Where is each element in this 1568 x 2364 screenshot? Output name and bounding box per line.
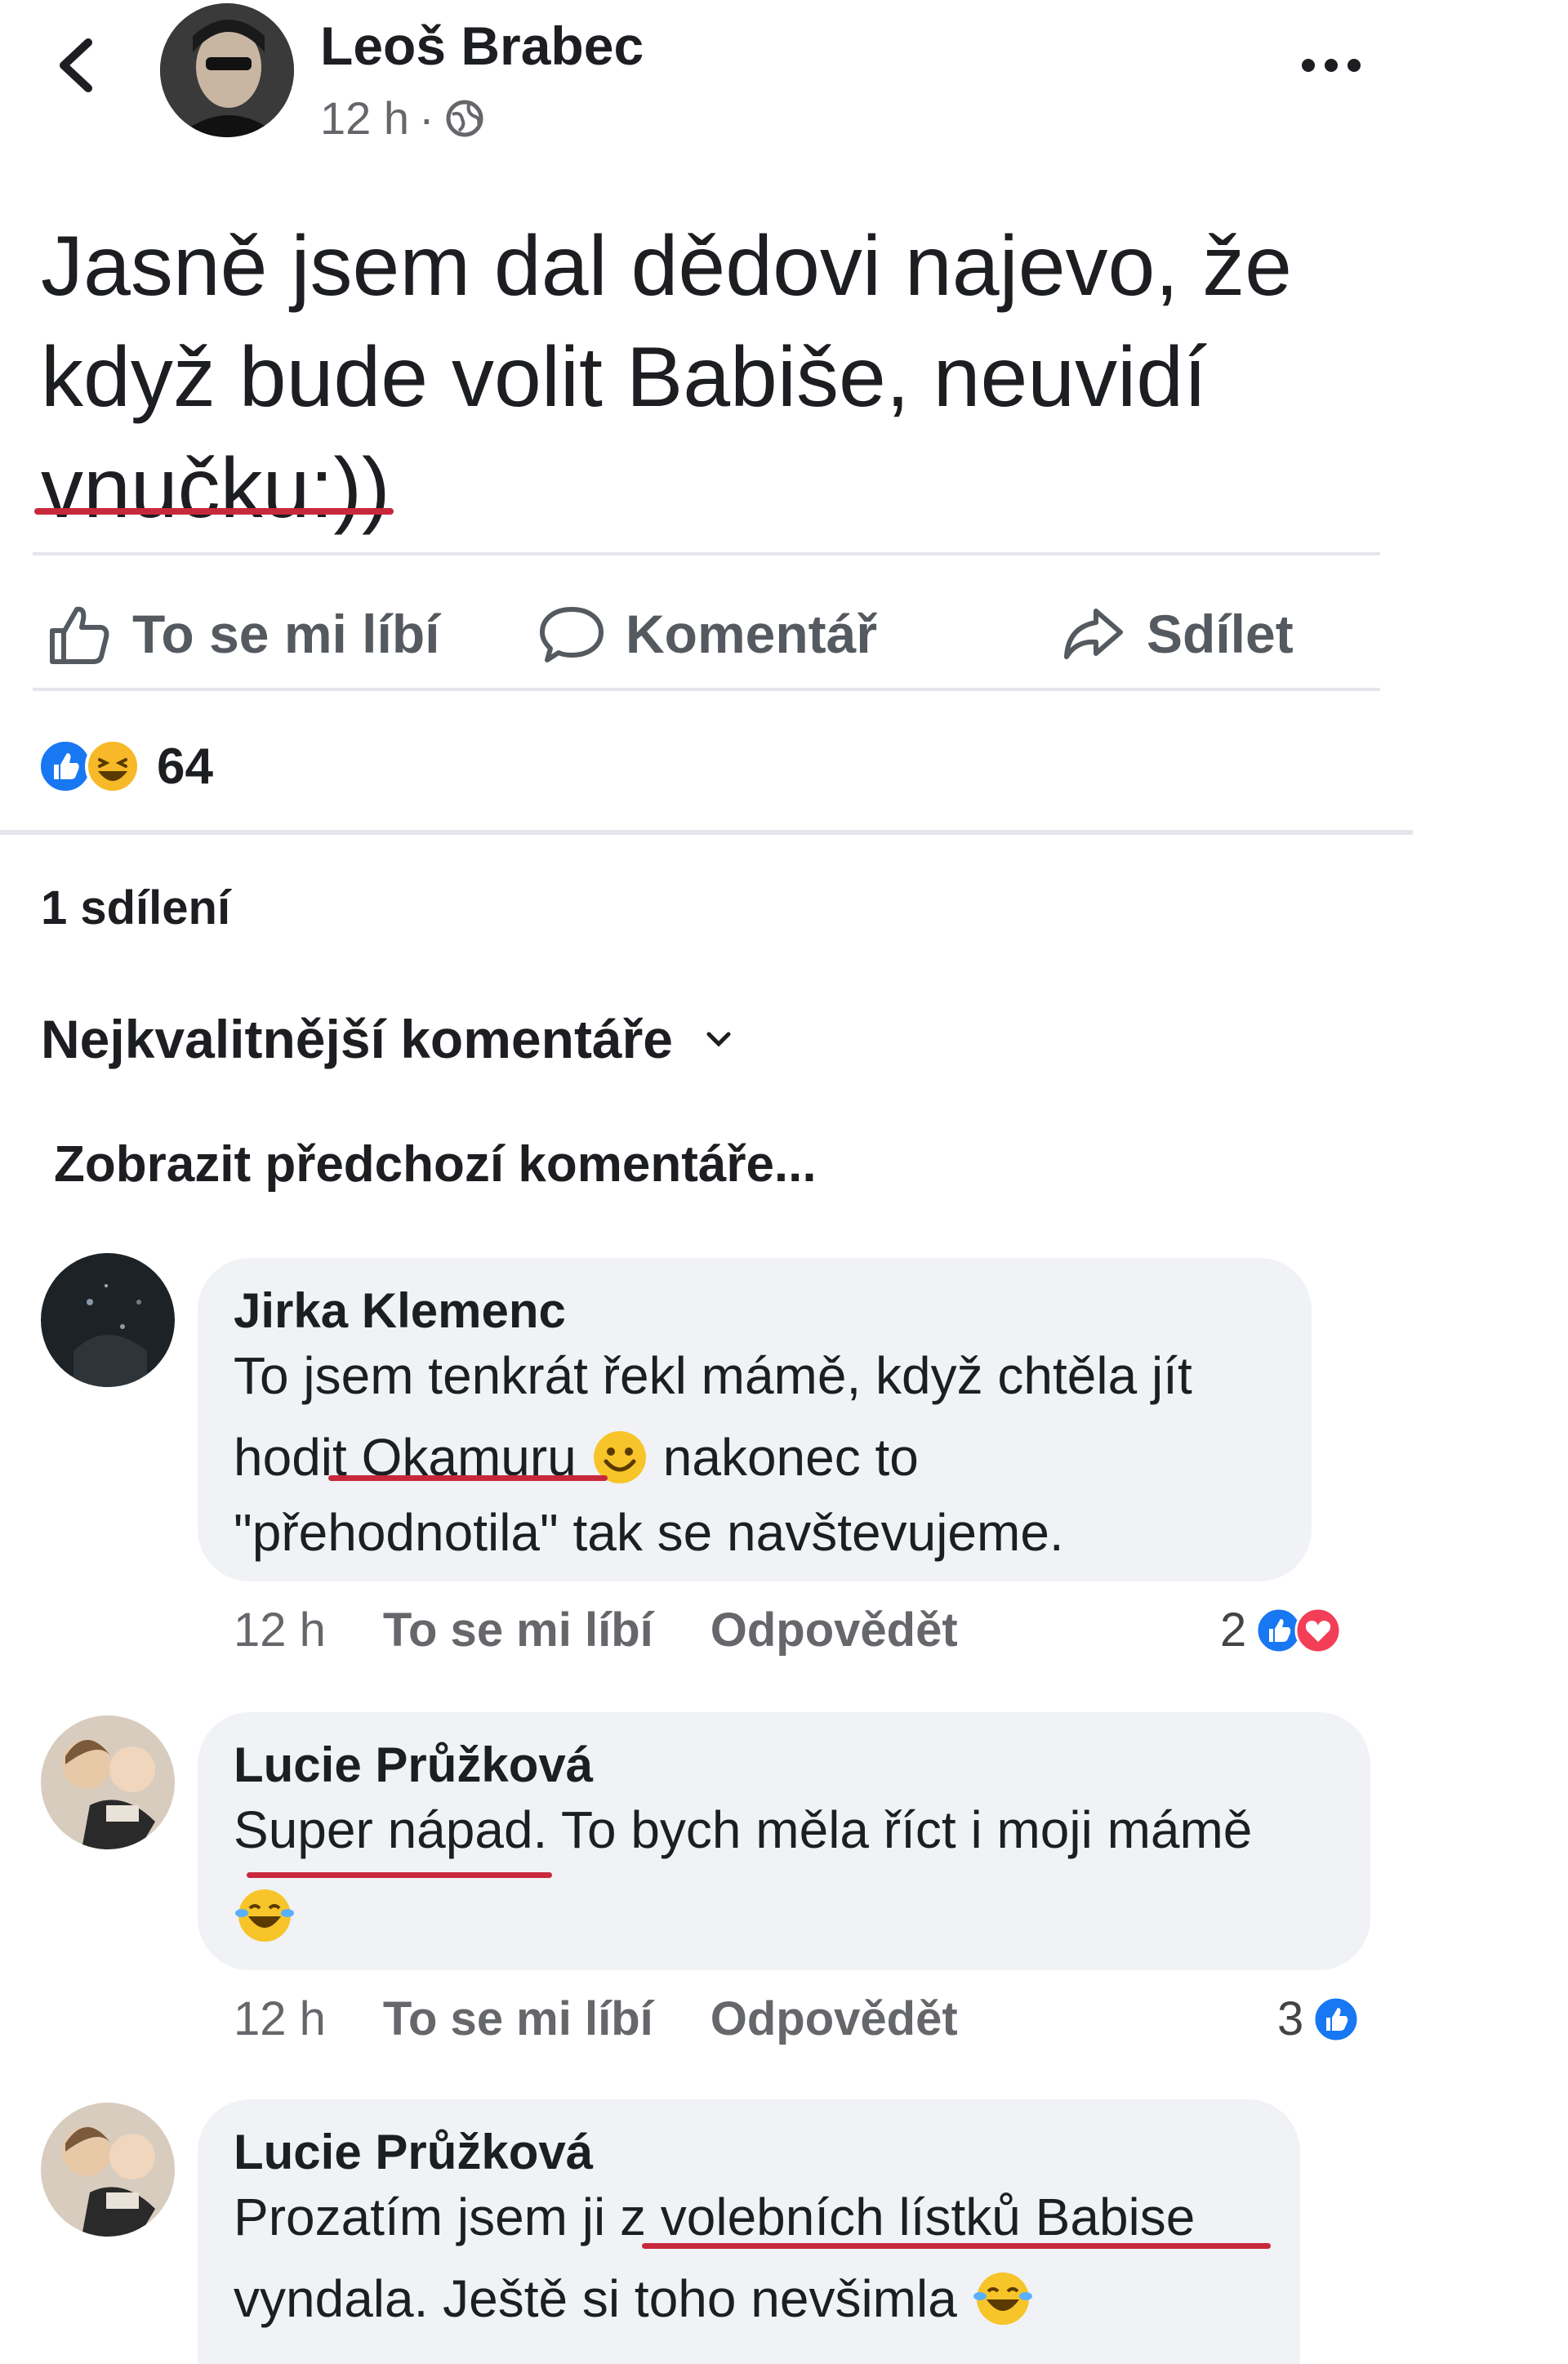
laughing-emoji-icon xyxy=(235,1889,294,1942)
comment-text-segment: nakonec to xyxy=(662,1428,919,1487)
share-arrow-icon xyxy=(1064,609,1123,659)
divider xyxy=(33,552,1380,555)
post-text-line: Jasně jsem dal dědovi najevo, že xyxy=(41,219,1293,314)
reactions-summary[interactable]: 64 xyxy=(36,734,213,799)
comment-reaction-count: 2 xyxy=(1220,1604,1247,1657)
comment-label: Komentář xyxy=(626,604,878,664)
comment-reply-button[interactable]: Odpovědět xyxy=(710,1603,958,1657)
comment-text-line: vyndala. Ještě si toho nevšimla xyxy=(234,2258,1034,2339)
share-button[interactable]: Sdílet xyxy=(1060,593,1294,675)
comment-author[interactable]: Lucie Průžková xyxy=(234,2124,593,2180)
comment-reaction-count: 3 xyxy=(1277,1992,1304,2045)
comment-author[interactable]: Lucie Průžková xyxy=(234,1737,593,1793)
comment-text-line: hodit Okamuru nakonec to xyxy=(234,1416,919,1498)
view-previous-comments-link[interactable]: Zobrazit předchozí komentáře... xyxy=(54,1135,817,1193)
chevron-left-icon xyxy=(60,38,92,92)
comment-like-button[interactable]: To se mi líbí xyxy=(383,1603,653,1657)
haha-reaction-icon xyxy=(85,738,140,794)
red-underline xyxy=(642,2243,1271,2249)
comment-reactions[interactable]: 2 xyxy=(1220,1603,1343,1657)
comment-like-button[interactable]: To se mi líbí xyxy=(383,1992,653,2046)
comment-meta: 12 h To se mi líbí Odpovědět xyxy=(234,1992,958,2046)
comment-author[interactable]: Jirka Klemenc xyxy=(234,1282,566,1339)
section-divider xyxy=(0,830,1413,835)
chevron-down-icon xyxy=(706,1032,731,1047)
red-underline xyxy=(34,508,394,515)
post-text-line: vnučku:)) xyxy=(41,441,390,536)
post-text-line: když bude volit Babiše, neuvidí xyxy=(41,330,1207,425)
post-time[interactable]: 12 h xyxy=(320,91,409,145)
laughing-emoji-icon xyxy=(973,2273,1032,2325)
comment-time[interactable]: 12 h xyxy=(234,1603,326,1657)
more-options-button[interactable] xyxy=(1290,49,1372,82)
commenter-avatar[interactable] xyxy=(41,1253,175,1387)
comment-bubble-icon xyxy=(540,607,604,662)
comment-sort-selector[interactable]: Nejkvalitnější komentáře xyxy=(41,1008,735,1070)
like-reaction-icon xyxy=(1312,1996,1360,2042)
red-underline xyxy=(247,1872,552,1878)
like-label: To se mi líbí xyxy=(132,604,440,664)
comment-text-line: "přehodnotila" tak se navštevujeme. xyxy=(234,1503,1064,1562)
like-button[interactable]: To se mi líbí xyxy=(46,593,440,675)
comment-reactions[interactable]: 3 xyxy=(1277,1992,1361,2046)
back-button[interactable] xyxy=(46,33,111,98)
comment-reply-button[interactable]: Odpovědět xyxy=(710,1992,958,2046)
comment-text-line: To jsem tenkrát řekl mámě, když chtěla j… xyxy=(234,1346,1192,1405)
shares-count[interactable]: 1 sdílení xyxy=(41,881,230,935)
comment-meta: 12 h To se mi líbí Odpovědět xyxy=(234,1603,958,1657)
comment-text-segment: vyndala. Ještě si toho nevšimla xyxy=(234,2269,957,2328)
meta-separator: · xyxy=(419,92,434,144)
author-avatar[interactable] xyxy=(160,3,294,137)
globe-icon xyxy=(446,100,483,136)
commenter-avatar[interactable] xyxy=(41,2103,175,2237)
comment-text-line: Super nápad. To bych měla říct i moji má… xyxy=(234,1800,1253,1859)
share-label: Sdílet xyxy=(1147,604,1294,664)
reaction-count: 64 xyxy=(157,738,213,795)
sort-label: Nejkvalitnější komentáře xyxy=(41,1009,674,1069)
comment-text-segment: hodit Okamuru xyxy=(234,1428,577,1487)
comment-button[interactable]: Komentář xyxy=(539,593,877,675)
more-horizontal-icon xyxy=(1302,59,1361,72)
author-name[interactable]: Leoš Brabec xyxy=(320,15,644,77)
comment-time[interactable]: 12 h xyxy=(234,1992,326,2046)
post-text: Jasně jsem dal dědovi najevo, že když bu… xyxy=(41,211,1348,544)
divider xyxy=(33,688,1380,691)
thumbs-up-icon xyxy=(50,606,109,664)
commenter-avatar[interactable] xyxy=(41,1715,175,1849)
post-meta: 12 h · xyxy=(320,91,485,145)
love-reaction-icon xyxy=(1294,1607,1342,1653)
red-underline xyxy=(328,1475,608,1481)
